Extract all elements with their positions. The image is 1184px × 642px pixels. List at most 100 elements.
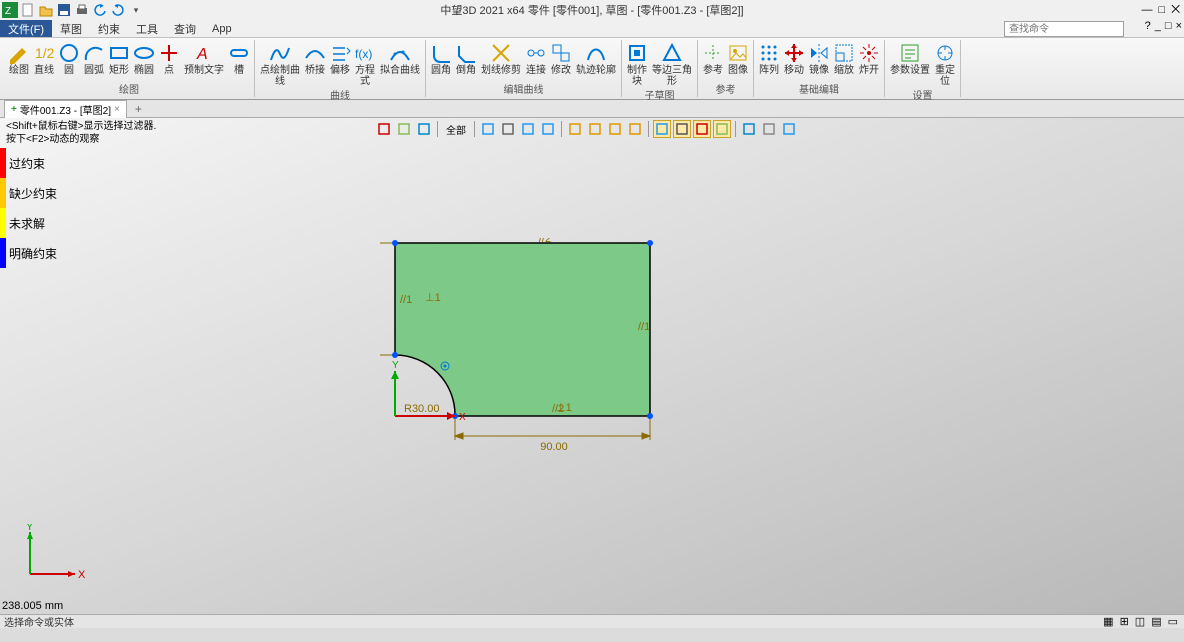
ribbon-btn-移动[interactable]: 移动 [782,40,806,76]
toolbar-eye-icon[interactable] [760,120,778,138]
ribbon-btn-桥接[interactable]: 桥接 [303,40,327,87]
ribbon-btn-修改[interactable]: 修改 [549,40,573,76]
legend-color-icon [0,148,6,178]
ribbon-btn-图像[interactable]: 图像 [726,40,750,76]
ribbon-btn-椭圆[interactable]: 椭圆 [132,40,156,76]
toolbar-win-icon[interactable] [566,120,584,138]
toolbar-cons-icon[interactable] [713,120,731,138]
maximize-icon[interactable]: □ [1159,4,1166,16]
child-window-controls: ? _ □ × [1145,20,1182,32]
ribbon-btn-点[interactable]: 点 [157,40,181,76]
toolbar-box2-icon[interactable] [626,120,644,138]
menu-草图[interactable]: 草图 [52,20,90,37]
toolbar-flag-icon[interactable] [415,120,433,138]
circle-icon [58,42,80,64]
trace-icon [585,42,607,64]
status-more-icon[interactable]: ▭ [1168,615,1178,628]
redo-icon[interactable] [110,2,126,18]
ribbon-btn-制作块[interactable]: 制作块 [625,40,649,87]
menu-App[interactable]: App [204,20,240,37]
ribbon-btn-方程式[interactable]: f(x)方程式 [353,40,377,87]
ribbon-btn-轨迹轮廓[interactable]: 轨迹轮廓 [574,40,618,76]
close-icon[interactable]: ⨉ [1171,4,1180,17]
app-logo-icon[interactable]: Z [2,2,18,18]
ribbon-btn-缩放[interactable]: 缩放 [832,40,856,76]
drawing-canvas[interactable]: <Shift+鼠标右键>显示选择过滤器. 按下<F2>动态的观察 全部 过约束缺… [0,118,1184,614]
open-icon[interactable] [38,2,54,18]
menu-文件(F)[interactable]: 文件(F) [0,20,52,37]
ribbon-group-子草图: 制作块等边三角形子草图 [622,40,698,97]
axis-x-label: X [459,412,466,423]
toolbar-layer-icon[interactable] [586,120,604,138]
qat-dropdown-icon[interactable]: ▾ [128,2,144,18]
save-icon[interactable] [56,2,72,18]
ribbon-btn-偏移[interactable]: 偏移 [328,40,352,87]
ribbon-btn-绘图[interactable]: 绘图 [7,40,31,76]
tab-label: 零件001.Z3 - [草图2] [20,102,111,117]
child-max-icon[interactable]: □ [1165,20,1172,32]
view-toolbar: 全部 [375,120,798,138]
toolbar-dash-icon[interactable] [740,120,758,138]
dim-width[interactable]: 90.00 [540,441,568,453]
dim-radius[interactable]: R30.00 [404,403,439,415]
ribbon: 绘图1/2直线圆圆弧矩形椭圆点A预制文字槽绘图点绘制曲线桥接偏移f(x)方程式拟… [0,38,1184,100]
tab-add-button[interactable]: + [129,102,148,116]
toolbar-sel-icon[interactable] [653,120,671,138]
minimize-icon[interactable]: — [1142,4,1153,16]
ribbon-btn-炸开[interactable]: 炸开 [857,40,881,76]
mini-y-label: Y [26,524,34,533]
tab-close-icon[interactable]: × [114,104,120,115]
new-icon[interactable] [20,2,36,18]
ribbon-btn-参数设置[interactable]: 参数设置 [888,40,932,87]
toolbar-all-label[interactable]: 全部 [442,122,470,137]
child-min-icon[interactable]: _ [1155,20,1161,32]
legend-label: 未求解 [9,215,45,232]
ribbon-btn-预制文字[interactable]: A预制文字 [182,40,226,76]
relocate-icon [934,42,956,64]
ribbon-btn-圆角[interactable]: 圆角 [429,40,453,76]
toolbar-grid2-icon[interactable] [539,120,557,138]
status-layer-icon[interactable]: ▤ [1151,615,1161,628]
quick-access-toolbar: Z ▾ [0,2,144,18]
chamfer-icon [455,42,477,64]
ribbon-btn-直线[interactable]: 1/2直线 [32,40,56,76]
ribbon-btn-参考[interactable]: 参考 [701,40,725,76]
toolbar-snap-icon[interactable] [693,120,711,138]
ribbon-btn-拟合曲线[interactable]: 拟合曲线 [378,40,422,87]
toolbar-brush-icon[interactable] [395,120,413,138]
ribbon-btn-连接[interactable]: 连接 [524,40,548,76]
menu-工具[interactable]: 工具 [128,20,166,37]
connect-icon [525,42,547,64]
menu-约束[interactable]: 约束 [90,20,128,37]
status-snap-icon[interactable]: ◫ [1135,615,1145,628]
ribbon-group-设置: 参数设置重定位设置 [885,40,961,97]
command-search-input[interactable] [1004,21,1124,37]
ribbon-btn-槽[interactable]: 槽 [227,40,251,76]
child-close-icon[interactable]: × [1176,20,1182,32]
toolbar-gear-icon[interactable] [780,120,798,138]
ribbon-btn-矩形[interactable]: 矩形 [107,40,131,76]
toolbar-drop-icon[interactable] [499,120,517,138]
toolbar-grid-icon[interactable] [519,120,537,138]
tab-sketch2[interactable]: + 零件001.Z3 - [草图2] × [4,100,127,118]
toolbar-filt-icon[interactable] [673,120,691,138]
menu-查询[interactable]: 查询 [166,20,204,37]
ribbon-btn-阵列[interactable]: 阵列 [757,40,781,76]
ribbon-btn-镜像[interactable]: 镜像 [807,40,831,76]
toolbar-exit-icon[interactable] [375,120,393,138]
status-ortho-icon[interactable]: ⊞ [1120,615,1129,628]
ribbon-btn-倒角[interactable]: 倒角 [454,40,478,76]
ribbon-btn-圆弧[interactable]: 圆弧 [82,40,106,76]
ribbon-btn-圆[interactable]: 圆 [57,40,81,76]
print-icon[interactable] [74,2,90,18]
undo-icon[interactable] [92,2,108,18]
toolbar-cube-icon[interactable] [479,120,497,138]
ribbon-group-label: 参考 [701,81,750,97]
ribbon-btn-重定位[interactable]: 重定位 [933,40,957,87]
help-icon[interactable]: ? [1145,20,1151,32]
status-grid-icon[interactable]: ▦ [1103,615,1113,628]
toolbar-box-icon[interactable] [606,120,624,138]
ribbon-btn-点绘制曲线[interactable]: 点绘制曲线 [258,40,302,87]
ribbon-btn-等边三角形[interactable]: 等边三角形 [650,40,694,87]
ribbon-btn-划线修剪[interactable]: 划线修剪 [479,40,523,76]
